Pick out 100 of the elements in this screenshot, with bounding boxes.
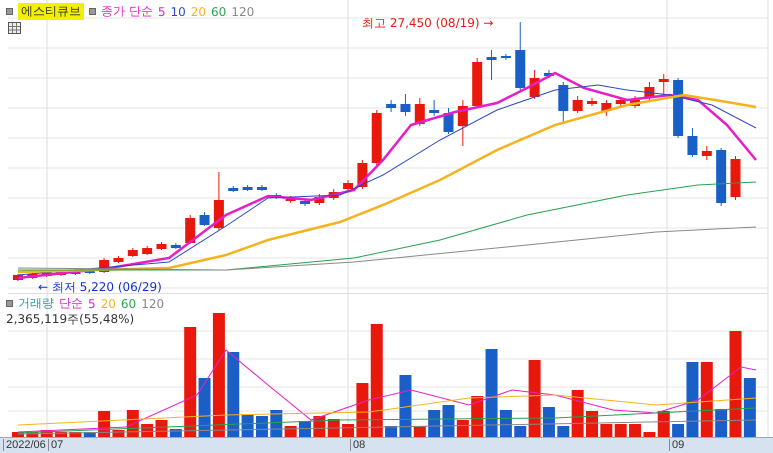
volume-bar xyxy=(672,424,684,437)
indicator-label: 단순 xyxy=(59,295,83,312)
candlestick xyxy=(27,272,38,280)
axis-label: 2022/06 xyxy=(3,439,46,451)
volume-bar xyxy=(542,407,555,437)
grid-icon[interactable] xyxy=(8,22,21,34)
high-price-marker: 최고 27,450 (08/19) → xyxy=(362,15,494,32)
candlestick xyxy=(286,196,296,204)
volume-bar xyxy=(744,378,756,437)
volume-reading: 2,365,119주(55,48%) xyxy=(6,311,134,328)
period-label: 5 xyxy=(158,4,166,18)
candlestick xyxy=(616,96,626,108)
candlestick xyxy=(472,58,482,108)
low-price-marker: ← 최저 5,220 (06/29) xyxy=(38,279,162,296)
indicator-label: 종가 단순 xyxy=(101,3,153,20)
volume-bar xyxy=(600,424,612,437)
candlestick xyxy=(658,74,669,96)
candlestick xyxy=(687,128,698,158)
candlestick xyxy=(13,274,23,282)
candlestick xyxy=(702,146,712,160)
volume-bar xyxy=(356,383,368,437)
volume-bar xyxy=(342,424,354,437)
candlestick xyxy=(458,100,468,146)
period-label: 120 xyxy=(231,4,254,18)
square-icon xyxy=(6,8,13,15)
candlestick xyxy=(372,110,382,166)
candlestick xyxy=(730,156,740,200)
candlestick xyxy=(386,100,396,112)
volume-bar xyxy=(442,405,454,437)
candlestick xyxy=(587,98,597,106)
candlestick xyxy=(42,270,52,278)
volume-bar xyxy=(500,410,512,437)
candlestick xyxy=(429,100,440,116)
candlestick xyxy=(300,198,310,206)
candlestick xyxy=(530,70,540,100)
candlestick xyxy=(444,108,454,134)
candlestick xyxy=(400,94,410,116)
candlestick xyxy=(328,188,339,200)
candlestick xyxy=(630,96,640,108)
volume-bar xyxy=(471,396,484,437)
period-label: 60 xyxy=(211,4,226,18)
volume-bar xyxy=(614,424,627,437)
candlestick xyxy=(271,192,282,200)
candlestick xyxy=(214,172,224,230)
volume-bar xyxy=(456,420,469,437)
volume-bar xyxy=(399,375,412,437)
candlestick xyxy=(558,82,568,124)
candlestick xyxy=(128,248,138,258)
candlestick xyxy=(515,22,526,90)
period-label: 10 xyxy=(170,4,186,18)
period-label: 120 xyxy=(141,296,164,310)
candlestick xyxy=(343,180,354,192)
candlestick xyxy=(228,186,238,192)
candlestick xyxy=(142,246,152,256)
volume-bar xyxy=(385,426,398,437)
period-label: 5 xyxy=(88,296,96,310)
volume-bar xyxy=(643,432,656,437)
axis-label: 07 xyxy=(48,439,64,451)
volume-bar xyxy=(12,432,24,437)
candlestick xyxy=(200,212,210,226)
axis-label: 09 xyxy=(669,439,684,451)
candlestick xyxy=(170,242,181,250)
volume-bar xyxy=(256,416,268,437)
volume-bar xyxy=(26,432,38,437)
candlestick xyxy=(185,214,196,244)
candlestick xyxy=(242,184,253,192)
volume-bar xyxy=(715,409,728,437)
candlestick xyxy=(113,256,124,264)
candlestick xyxy=(716,148,726,206)
period-label: 20 xyxy=(190,4,206,18)
candlestick xyxy=(414,98,425,126)
square-icon xyxy=(89,8,96,15)
volume-bar xyxy=(198,378,211,437)
volume-bar xyxy=(69,432,82,437)
volume-bar xyxy=(514,426,526,437)
volume-bar xyxy=(55,432,68,437)
period-label: 60 xyxy=(120,296,136,310)
volume-title: 거래량 xyxy=(18,295,54,312)
volume-bar xyxy=(586,411,598,437)
candlestick xyxy=(644,82,654,100)
volume-bar xyxy=(414,426,426,437)
volume-bar xyxy=(84,432,96,437)
candlestick xyxy=(500,54,511,60)
volume-bar xyxy=(428,410,440,437)
axis-label: 08 xyxy=(350,439,366,451)
volume-bar xyxy=(658,411,670,437)
volume-bar xyxy=(572,390,584,437)
stock-name: 에스티큐브 xyxy=(18,3,84,20)
volume-bar xyxy=(557,426,570,437)
volume-bar xyxy=(284,426,297,437)
candlestick xyxy=(544,70,554,78)
candlestick xyxy=(601,100,612,116)
candlestick xyxy=(156,242,166,250)
candlestick xyxy=(673,78,684,138)
period-label: 20 xyxy=(100,296,116,310)
candlestick xyxy=(486,50,497,80)
square-icon xyxy=(6,300,13,307)
candlestick xyxy=(572,96,583,114)
candlestick xyxy=(256,184,267,192)
volume-bar xyxy=(629,424,642,437)
